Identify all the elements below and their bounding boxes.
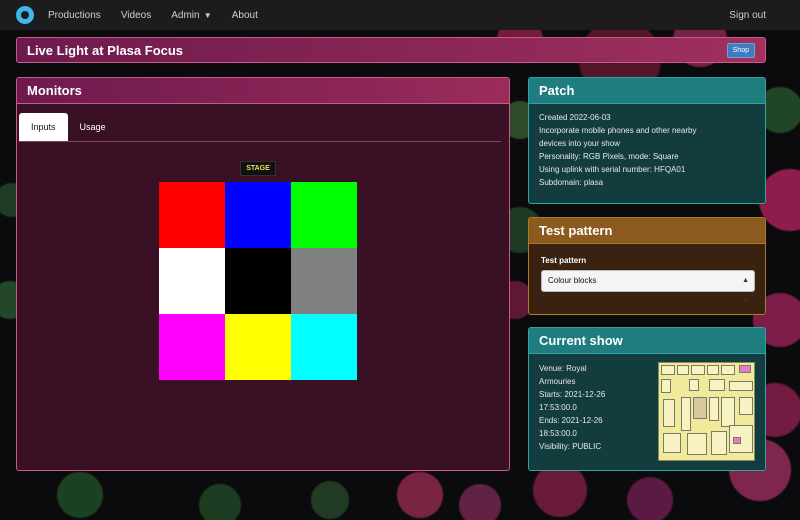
monitors-title: Monitors bbox=[17, 78, 509, 104]
floor-plan-room bbox=[687, 433, 707, 455]
shop-button[interactable]: Shop bbox=[726, 42, 755, 58]
floor-plan-room bbox=[689, 379, 699, 391]
floor-plan-room bbox=[663, 433, 681, 453]
colour-cell bbox=[159, 182, 225, 248]
patch-panel: Patch Created 2022-06-03 Incorporate mob… bbox=[528, 77, 766, 204]
floor-plan-room bbox=[691, 365, 705, 375]
show-line: Venue: Royal bbox=[539, 364, 587, 373]
venue-floor-plan bbox=[658, 362, 755, 461]
show-line: Visibility: PUBLIC bbox=[539, 442, 602, 451]
current-show-details: Venue: Royal Armouries Starts: 2021-12-2… bbox=[539, 362, 639, 453]
floor-plan-room bbox=[709, 379, 725, 391]
patch-line: devices into your show bbox=[539, 139, 620, 148]
floor-plan-room bbox=[709, 397, 719, 421]
colour-cell bbox=[159, 248, 225, 314]
colour-grid bbox=[159, 182, 357, 380]
floor-plan-room bbox=[739, 397, 753, 415]
nav-videos[interactable]: Videos bbox=[121, 10, 151, 21]
patch-line: Personality: RGB Pixels, mode: Square bbox=[539, 152, 679, 161]
test-pattern-label: Test pattern bbox=[541, 256, 587, 265]
show-line: Ends: 2021-12-26 bbox=[539, 416, 603, 425]
colour-cell bbox=[159, 314, 225, 380]
floor-plan-room bbox=[721, 397, 735, 427]
floor-plan-room bbox=[693, 397, 707, 419]
show-line: 18:53:00.0 bbox=[539, 429, 577, 438]
nav-about[interactable]: About bbox=[232, 10, 258, 21]
floor-plan-room bbox=[677, 365, 689, 375]
tab-inputs[interactable]: Inputs bbox=[19, 113, 68, 141]
show-line: Starts: 2021-12-26 bbox=[539, 390, 606, 399]
floor-plan-room bbox=[661, 365, 675, 375]
current-show-panel: Current show Venue: Royal Armouries Star… bbox=[528, 327, 766, 471]
sign-out-link[interactable]: Sign out bbox=[729, 10, 766, 21]
nav-admin-label: Admin bbox=[171, 9, 200, 21]
floor-plan-room bbox=[663, 399, 675, 427]
colour-cell bbox=[225, 314, 291, 380]
nav-productions[interactable]: Productions bbox=[48, 10, 101, 21]
test-pattern-selected: Colour blocks bbox=[548, 276, 597, 285]
colour-cell bbox=[291, 314, 357, 380]
nav-admin[interactable]: Admin ▼ bbox=[171, 10, 212, 21]
patch-line: Created 2022-06-03 bbox=[539, 113, 611, 122]
floor-plan-room bbox=[681, 397, 691, 431]
colour-cell bbox=[291, 182, 357, 248]
show-line: 17:53:00.0 bbox=[539, 403, 577, 412]
floor-plan-room bbox=[729, 381, 753, 391]
floor-plan-room bbox=[711, 431, 727, 455]
test-pattern-select[interactable]: Colour blocks ▲ ▼ bbox=[541, 270, 755, 304]
patch-details: Created 2022-06-03 Incorporate mobile ph… bbox=[529, 104, 765, 196]
floor-plan-room bbox=[739, 365, 751, 373]
colour-cell bbox=[225, 248, 291, 314]
caret-down-icon: ▼ bbox=[201, 10, 212, 20]
patch-line: Using uplink with serial number: HFQA01 bbox=[539, 165, 686, 174]
colour-cell bbox=[225, 182, 291, 248]
monitors-tabs: Inputs Usage bbox=[19, 113, 501, 142]
production-title-bar: Live Light at Plasa Focus Shop bbox=[16, 37, 766, 63]
floor-plan-room bbox=[661, 379, 671, 393]
navbar: Productions Videos Admin ▼ About Sign ou… bbox=[0, 0, 800, 30]
show-line: Armouries bbox=[539, 377, 576, 386]
logo-icon[interactable] bbox=[16, 6, 34, 24]
colour-cell bbox=[291, 248, 357, 314]
floor-plan-room bbox=[721, 365, 735, 375]
test-pattern-panel: Test pattern Test pattern Colour blocks … bbox=[528, 217, 766, 315]
select-arrows-icon: ▲ ▼ bbox=[742, 277, 749, 304]
floor-plan-room bbox=[733, 437, 741, 444]
patch-title: Patch bbox=[529, 78, 765, 104]
current-show-title: Current show bbox=[529, 328, 765, 354]
stage-label: STAGE bbox=[240, 161, 276, 176]
production-title: Live Light at Plasa Focus bbox=[27, 42, 184, 58]
patch-line: Incorporate mobile phones and other near… bbox=[539, 126, 697, 135]
tab-usage[interactable]: Usage bbox=[68, 113, 118, 141]
patch-line: Subdomain: plasa bbox=[539, 178, 604, 187]
floor-plan-room bbox=[707, 365, 719, 375]
test-pattern-title: Test pattern bbox=[529, 218, 765, 244]
